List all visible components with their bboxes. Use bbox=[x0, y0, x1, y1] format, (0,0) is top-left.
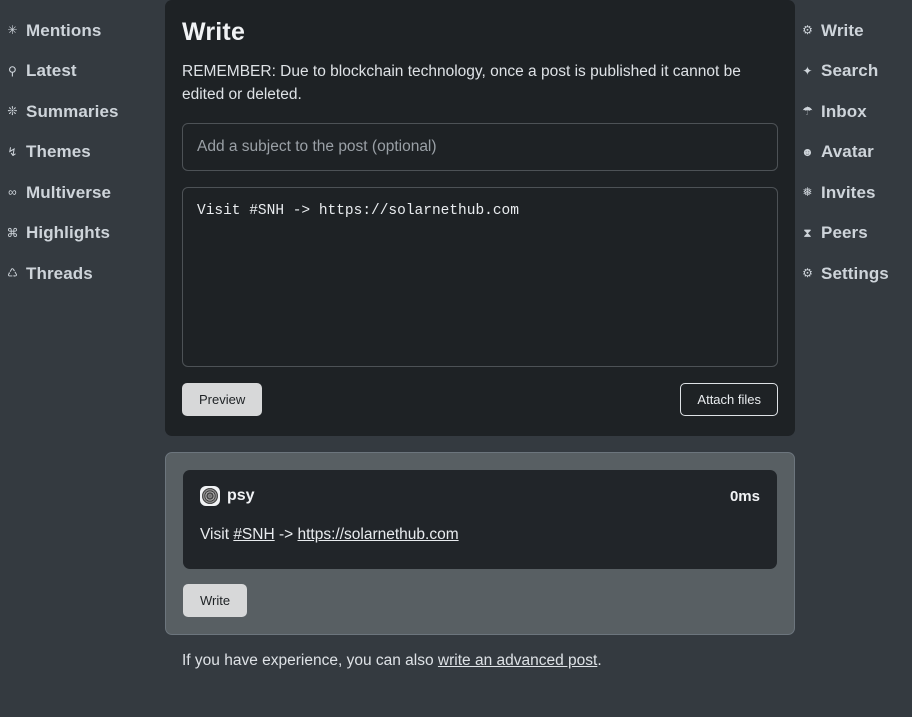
sidebar-item-label: Mentions bbox=[26, 20, 102, 40]
mars-stroke-icon: ⚲ bbox=[8, 63, 17, 78]
attach-files-button[interactable]: Attach files bbox=[680, 382, 778, 417]
post-text-arrow: -> bbox=[274, 526, 298, 544]
preview-post: psy 0ms Visit #SNH -> https://solarnethu… bbox=[183, 470, 777, 569]
sidebar-item-label: Inbox bbox=[821, 101, 867, 121]
sidebar-item-summaries[interactable]: ❊ Summaries bbox=[6, 91, 165, 132]
sidebar-item-label: Settings bbox=[821, 263, 889, 283]
sidebar-item-peers[interactable]: ⧗ Peers bbox=[801, 213, 912, 254]
left-sidebar: ✳ Mentions ⚲ Latest ❊ Summaries ↯ Themes… bbox=[0, 0, 165, 717]
post-author-group[interactable]: psy bbox=[200, 486, 255, 507]
write-action-row: Preview Attach files bbox=[182, 382, 778, 417]
preview-action-row: Write bbox=[183, 583, 777, 618]
sidebar-item-label: Threads bbox=[26, 263, 93, 283]
remember-notice: REMEMBER: Due to blockchain technology, … bbox=[182, 63, 741, 103]
post-hashtag-link[interactable]: #SNH bbox=[233, 526, 274, 543]
advanced-post-footnote: If you have experience, you can also wri… bbox=[165, 652, 795, 670]
post-timestamp: 0ms bbox=[729, 487, 760, 505]
sidebar-item-threads[interactable]: ♺ Threads bbox=[6, 253, 165, 294]
app-root: ✳ Mentions ⚲ Latest ❊ Summaries ↯ Themes… bbox=[0, 0, 912, 717]
sidebar-item-invites[interactable]: ❅ Invites bbox=[801, 172, 912, 213]
write-card: Write REMEMBER: Due to blockchain techno… bbox=[165, 0, 795, 437]
footnote-text-after: . bbox=[597, 652, 602, 670]
command-icon: ⌘ bbox=[6, 225, 19, 240]
sidebar-item-label: Summaries bbox=[26, 101, 119, 121]
page-title: Write bbox=[182, 18, 246, 46]
sidebar-item-label: Search bbox=[821, 61, 879, 81]
right-sidebar: ⚙ Write ✦ Search ☂ Inbox ☻ Avatar ❅ Invi… bbox=[795, 0, 912, 717]
preview-button[interactable]: Preview bbox=[182, 382, 263, 417]
sidebar-item-label: Avatar bbox=[821, 142, 874, 162]
post-body-textarea[interactable] bbox=[182, 186, 778, 367]
gear-icon: ⚙ bbox=[802, 266, 813, 281]
umbrella-icon: ☂ bbox=[802, 104, 813, 119]
infinity-icon: ∞ bbox=[8, 185, 17, 200]
snowflake-icon: ❊ bbox=[7, 104, 18, 119]
sidebar-item-label: Themes bbox=[26, 142, 91, 162]
sidebar-item-inbox[interactable]: ☂ Inbox bbox=[801, 91, 912, 132]
subject-input[interactable] bbox=[182, 122, 778, 171]
sidebar-item-mentions[interactable]: ✳ Mentions bbox=[6, 10, 165, 51]
sidebar-item-write[interactable]: ⚙ Write bbox=[801, 10, 912, 51]
write-button[interactable]: Write bbox=[183, 583, 248, 618]
sidebar-item-latest[interactable]: ⚲ Latest bbox=[6, 51, 165, 92]
lightning-bolt-icon: ↯ bbox=[7, 144, 18, 159]
sidebar-item-label: Highlights bbox=[26, 223, 111, 243]
post-text-prefix: Visit bbox=[200, 526, 234, 544]
sun-burst-icon: ✳ bbox=[7, 23, 18, 38]
post-header: psy 0ms bbox=[200, 486, 760, 507]
advanced-post-link[interactable]: write an advanced post bbox=[438, 652, 597, 669]
footnote-text-before: If you have experience, you can also bbox=[182, 652, 438, 670]
preview-card: psy 0ms Visit #SNH -> https://solarnethu… bbox=[165, 452, 795, 636]
sidebar-item-highlights[interactable]: ⌘ Highlights bbox=[6, 213, 165, 254]
sidebar-item-multiverse[interactable]: ∞ Multiverse bbox=[6, 172, 165, 213]
sidebar-item-search[interactable]: ✦ Search bbox=[801, 51, 912, 92]
sidebar-item-label: Invites bbox=[821, 182, 876, 202]
sidebar-item-settings[interactable]: ⚙ Settings bbox=[801, 253, 912, 294]
post-author-name: psy bbox=[227, 487, 255, 505]
sidebar-item-label: Multiverse bbox=[26, 182, 112, 202]
recycle-triangle-icon: ♺ bbox=[7, 266, 18, 281]
sidebar-item-label: Peers bbox=[821, 223, 868, 243]
avatar bbox=[200, 486, 220, 507]
post-url-link[interactable]: https://solarnethub.com bbox=[298, 526, 459, 543]
snowflake-icon: ❅ bbox=[802, 185, 813, 200]
gear-circle-icon: ⚙ bbox=[802, 23, 813, 38]
sidebar-item-label: Latest bbox=[26, 61, 77, 81]
post-body: Visit #SNH -> https://solarnethub.com bbox=[200, 523, 760, 546]
hourglass-icon: ⧗ bbox=[803, 225, 812, 240]
sidebar-item-label: Write bbox=[821, 20, 864, 40]
main-content: Write REMEMBER: Due to blockchain techno… bbox=[165, 0, 795, 717]
sidebar-item-themes[interactable]: ↯ Themes bbox=[6, 132, 165, 173]
sparkle-star-icon: ✦ bbox=[802, 63, 813, 78]
face-circle-icon: ☻ bbox=[801, 144, 814, 159]
sidebar-item-avatar[interactable]: ☻ Avatar bbox=[801, 132, 912, 173]
